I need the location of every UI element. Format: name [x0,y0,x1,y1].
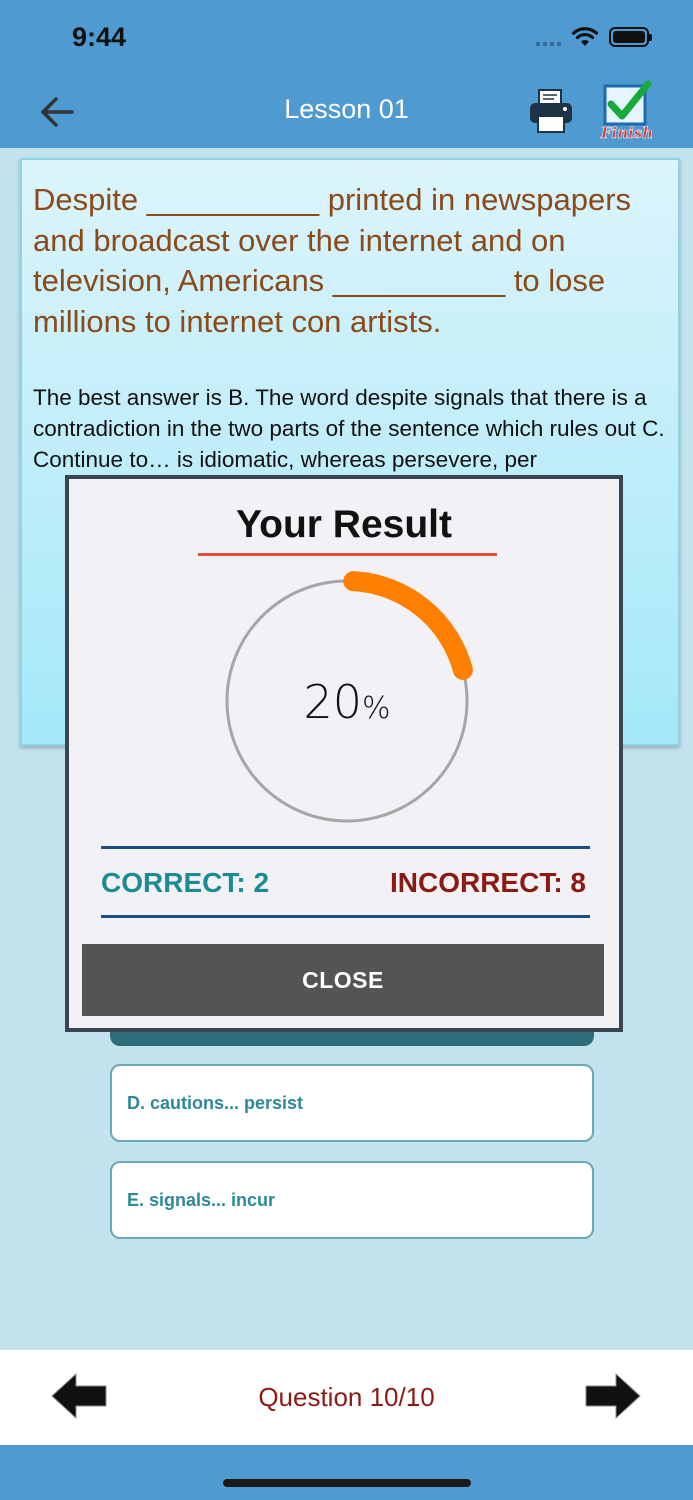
status-icons [536,26,652,48]
answer-option-d[interactable]: D. cautions... persist [110,1064,594,1142]
title-underline [198,553,497,556]
score-percent: 20% [217,675,477,729]
question-text: Despite __________ printed in newspapers… [33,182,632,339]
bottom-nav: Question 10/10 [0,1350,693,1445]
divider-top [101,846,590,849]
home-strip [0,1445,693,1500]
next-arrow-icon[interactable] [582,1368,646,1426]
wifi-icon [571,27,599,46]
status-time: 9:44 [72,22,127,52]
correct-count: CORRECT: 2 [101,867,270,898]
modal-title: Your Result [236,503,452,546]
answer-option-e[interactable]: E. signals... incur [110,1161,594,1239]
score-percent-value: 20 [303,675,363,729]
checkbox-check-icon [603,80,652,126]
battery-icon [609,27,652,47]
top-bar: 9:44 Lesson 01 Finish [0,0,693,148]
finish-button[interactable]: Finish [596,80,658,142]
incorrect-count: INCORRECT: 8 [389,867,586,898]
page-title: Lesson 01 [284,94,409,124]
score-percent-sign: % [362,691,391,726]
finish-label: Finish [600,124,654,143]
divider-bottom [101,915,590,918]
printer-icon[interactable] [526,86,576,136]
explanation-text: The best answer is B. The word despite s… [33,385,665,472]
home-indicator[interactable] [223,1479,471,1487]
close-button[interactable]: CLOSE [82,944,604,1016]
gauge-progress-arc [343,571,473,680]
cellular-signal-icon [536,28,561,46]
result-modal: Your Result 20% CORRECT: 2 INCORRECT: 8 … [65,475,623,1032]
